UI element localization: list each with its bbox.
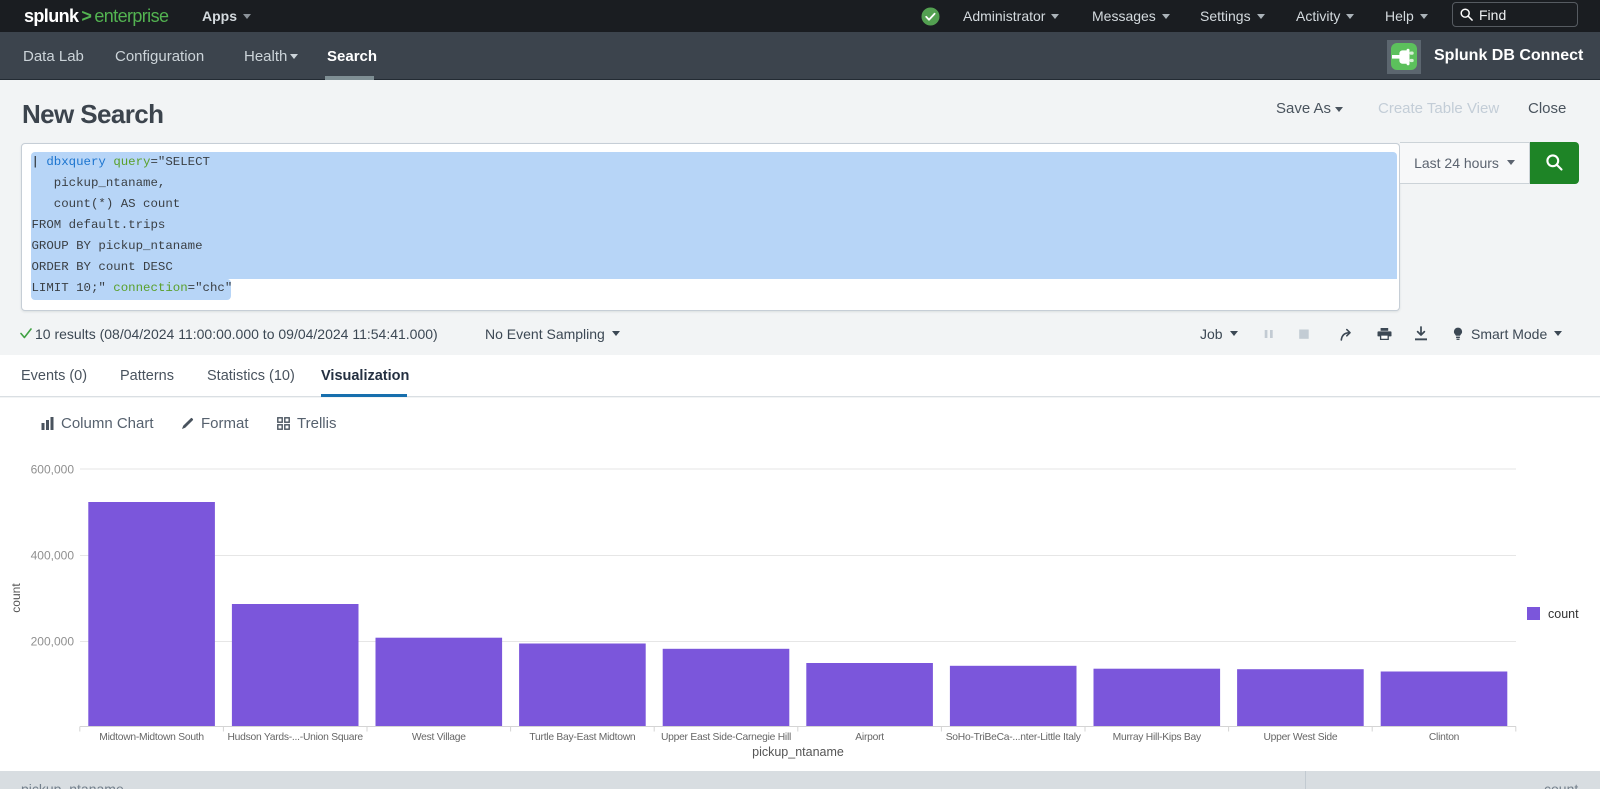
svg-text:Hudson Yards-...-Union Square: Hudson Yards-...-Union Square (227, 732, 363, 743)
svg-text:Murray Hill-Kips Bay: Murray Hill-Kips Bay (1113, 732, 1202, 743)
svg-text:Midtown-Midtown South: Midtown-Midtown South (99, 732, 204, 743)
svg-text:600,000: 600,000 (31, 463, 75, 477)
svg-text:count: count (1548, 607, 1579, 621)
svg-text:pickup_ntaname: pickup_ntaname (752, 745, 844, 759)
svg-text:SoHo-TriBeCa-...nter-Little It: SoHo-TriBeCa-...nter-Little Italy (946, 732, 1082, 743)
svg-text:Turtle Bay-East Midtown: Turtle Bay-East Midtown (529, 732, 636, 743)
svg-text:West Village: West Village (412, 732, 466, 743)
svg-text:Clinton: Clinton (1429, 732, 1460, 743)
svg-text:200,000: 200,000 (31, 635, 75, 649)
svg-text:Upper West Side: Upper West Side (1263, 732, 1337, 743)
svg-text:count: count (9, 583, 23, 613)
svg-text:Airport: Airport (855, 732, 884, 743)
svg-text:Upper East Side-Carnegie Hill: Upper East Side-Carnegie Hill (661, 732, 791, 743)
svg-text:400,000: 400,000 (31, 549, 75, 563)
